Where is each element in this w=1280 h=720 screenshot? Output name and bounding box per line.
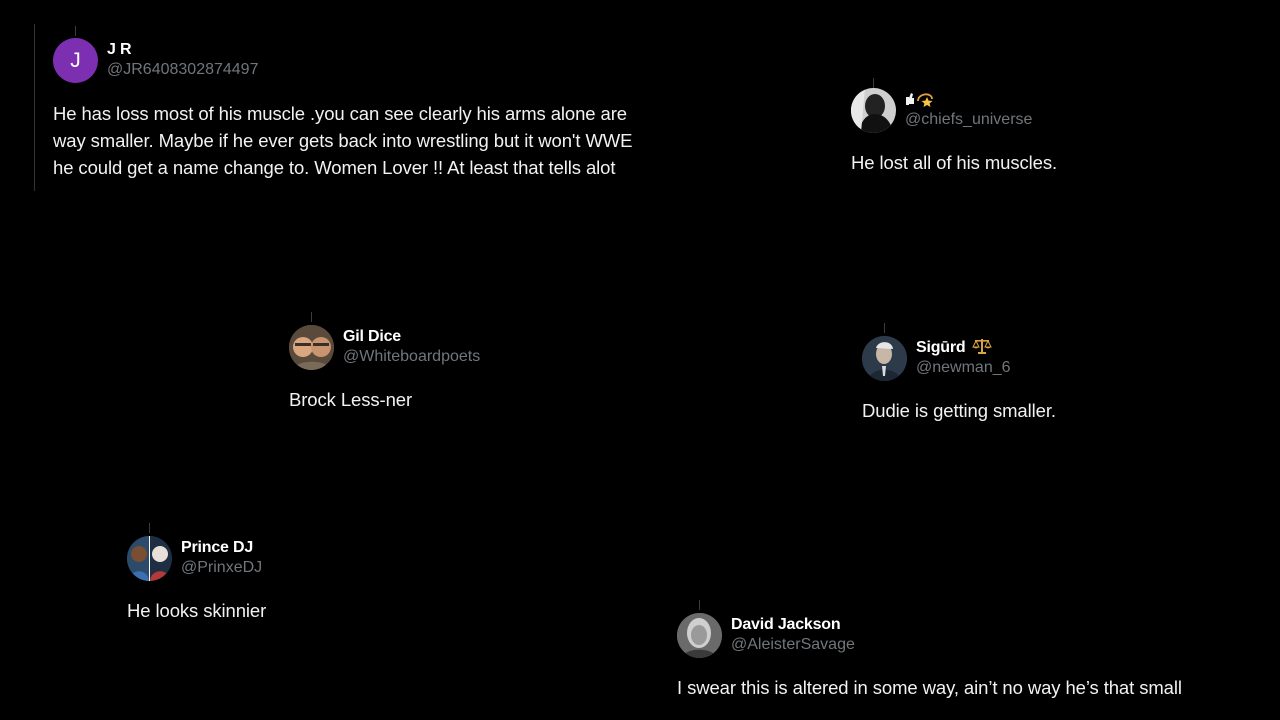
tweet-header: Gil Dice @Whiteboardpoets [289, 325, 509, 371]
user-names: David Jackson @AleisterSavage [731, 615, 855, 656]
avatar-photo-icon [862, 336, 907, 381]
user-handle[interactable]: @Whiteboardpoets [343, 346, 493, 368]
avatar-photo-icon [127, 536, 172, 581]
user-handle[interactable]: @AleisterSavage [731, 634, 855, 656]
thread-tick [149, 523, 150, 533]
user-names: J R @JR6408302874497 [107, 40, 258, 81]
avatar-letter: J [70, 48, 81, 72]
avatar[interactable]: J [53, 38, 98, 83]
thread-tick [311, 312, 312, 322]
display-name[interactable]: Prince DJ [181, 538, 262, 557]
display-name[interactable]: Gil Dice [343, 327, 493, 346]
tweet-header: Sigūrd @newman_6 [862, 336, 1162, 382]
avatar[interactable] [289, 325, 334, 370]
user-names: @chiefs_universe [905, 90, 1032, 131]
tweet-header: Prince DJ @PrinxeDJ [127, 536, 377, 582]
tweet-david-jackson[interactable]: David Jackson @AleisterSavage I swear th… [677, 613, 1267, 701]
tweet-prince-dj[interactable]: Prince DJ @PrinxeDJ He looks skinnier [127, 536, 377, 624]
tweet-sigurd[interactable]: Sigūrd @newman_6 Dudie is getting smalle… [862, 336, 1162, 424]
display-name[interactable]: Sigūrd [916, 338, 1011, 357]
user-handle[interactable]: @PrinxeDJ [181, 557, 262, 579]
display-name[interactable] [905, 90, 1032, 109]
user-handle[interactable]: @JR6408302874497 [107, 59, 258, 81]
tweet-text: He looks skinnier [127, 600, 267, 621]
tweet-header: J J R @JR6408302874497 [53, 38, 713, 84]
tweet-chiefs-universe[interactable]: @chiefs_universe He lost all of his musc… [851, 88, 1151, 176]
avatar[interactable] [851, 88, 896, 133]
display-name[interactable]: David Jackson [731, 615, 855, 634]
tweet-text-line: way smaller. Maybe if he ever gets back … [53, 130, 633, 151]
tweet-text: He lost all of his muscles. [851, 152, 1058, 173]
user-handle[interactable]: @chiefs_universe [905, 109, 1032, 131]
thread-tick [884, 323, 885, 333]
display-name[interactable]: J R [107, 40, 258, 59]
avatar-photo-icon [851, 88, 896, 133]
tweet-text-line: he could get a name change to. Women Lov… [53, 157, 616, 178]
avatar-photo-icon [677, 613, 722, 658]
thread-tick [873, 78, 874, 88]
tweet-text-line: He has loss most of his muscle .you can … [53, 103, 627, 124]
dizzy-star-icon [917, 93, 933, 107]
avatar-photo-icon [289, 325, 334, 370]
tweet-text: He has loss most of his muscle .you can … [53, 100, 713, 181]
avatar[interactable] [862, 336, 907, 381]
thread-tick [699, 600, 700, 610]
tweet-text: I swear this is altered in some way, ain… [677, 677, 1182, 698]
tweet-header: David Jackson @AleisterSavage [677, 613, 1267, 659]
tweet-header: @chiefs_universe [851, 88, 1151, 134]
tweet-text: Dudie is getting smaller. [862, 400, 1056, 421]
thumbs-up-icon [906, 92, 914, 105]
avatar[interactable] [677, 613, 722, 658]
thread-tick [75, 26, 76, 36]
thread-line [34, 24, 35, 191]
tweet-text: Brock Less-ner [289, 389, 413, 410]
user-handle[interactable]: @newman_6 [916, 357, 1011, 379]
avatar[interactable] [127, 536, 172, 581]
tweet-gil-dice[interactable]: Gil Dice @Whiteboardpoets Brock Less-ner [289, 325, 509, 413]
user-names: Gil Dice @Whiteboardpoets [343, 327, 493, 368]
user-names: Sigūrd @newman_6 [916, 338, 1011, 379]
balance-scale-icon [971, 339, 992, 355]
user-names: Prince DJ @PrinxeDJ [181, 538, 262, 579]
tweet-jr[interactable]: J J R @JR6408302874497 He has loss most … [53, 38, 713, 181]
